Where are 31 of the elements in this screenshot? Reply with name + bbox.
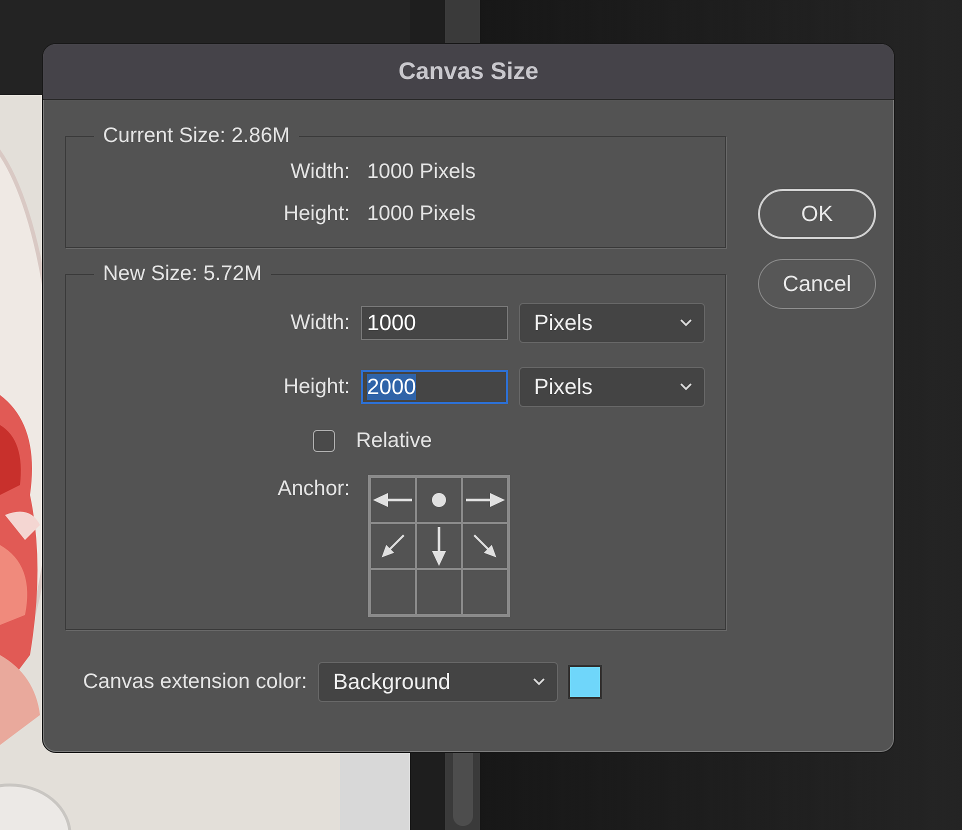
anchor-label: Anchor: [276,477,350,501]
cancel-button[interactable]: Cancel [758,259,876,309]
chevron-icon [680,319,692,327]
checkbox[interactable] [313,430,335,452]
anchor-button[interactable] [416,523,462,569]
chevron-icon [680,383,692,391]
checkbox-label: Relative [356,429,432,453]
field-label: Width: [289,311,350,335]
unit-dropdown[interactable]: Pixels [519,303,705,343]
anchor-button[interactable] [370,523,416,569]
field-label: Width: [289,160,350,184]
field-label: Height: [282,375,350,399]
color-swatch[interactable] [568,665,602,699]
window-title: Canvas Size [398,58,539,86]
anchor-button[interactable] [462,477,508,523]
dot-icon [432,493,446,507]
chevron-icon [533,678,546,686]
field-value: 1000 Pixels [367,202,477,226]
field-label: Canvas extension color: [83,670,308,694]
color-dropdown[interactable]: Background [318,662,558,702]
group-title: Current Size: 2.86M [102,124,291,148]
field-value: 1000 Pixels [367,160,477,184]
group-title: New Size: 5.72M [102,262,263,286]
input-field[interactable]: 2000 [361,370,508,404]
field-label: Height: [282,202,350,226]
anchor-button[interactable] [416,477,462,523]
anchor-button[interactable] [370,477,416,523]
ok-button[interactable]: OK [758,189,876,239]
unit-dropdown[interactable]: Pixels [519,367,705,407]
input-field[interactable]: 1000 [361,306,508,340]
anchor-button[interactable] [462,523,508,569]
